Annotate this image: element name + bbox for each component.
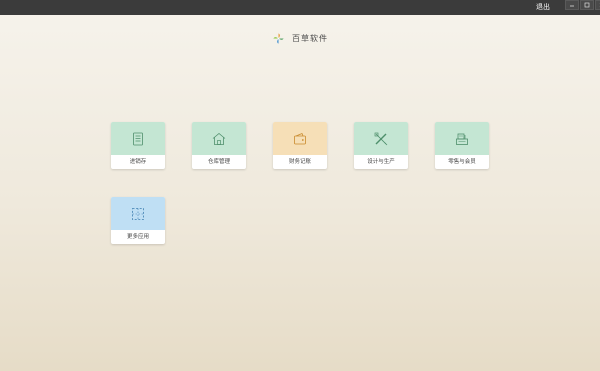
warehouse-icon xyxy=(212,132,226,145)
tile-label: 设计与生产 xyxy=(367,159,395,165)
wallet-icon xyxy=(294,132,306,144)
title-bar: 退出 xyxy=(0,0,600,15)
more-apps-icon xyxy=(132,207,144,220)
brand: 百草软件 xyxy=(272,31,328,45)
tile-label: 更多应用 xyxy=(126,234,149,240)
maximize-button[interactable] xyxy=(580,0,594,10)
tile-design-production[interactable]: 设计与生产 xyxy=(354,122,408,169)
tile-inventory[interactable]: 进销存 xyxy=(111,122,165,169)
minimize-button[interactable] xyxy=(565,0,579,10)
cash-register-icon xyxy=(456,133,468,145)
tile-label: 仓库管理 xyxy=(207,159,230,165)
maximize-icon xyxy=(584,2,590,8)
tile-warehouse[interactable]: 仓库管理 xyxy=(192,122,246,169)
brand-name: 百草软件 xyxy=(292,33,328,43)
pinwheel-logo-icon xyxy=(273,32,284,44)
window-controls xyxy=(564,0,600,10)
tile-more-apps[interactable]: 更多应用 xyxy=(111,197,165,244)
minimize-icon xyxy=(570,5,574,7)
logout-button[interactable]: 退出 xyxy=(536,2,550,13)
tile-finance[interactable]: 财务记账 xyxy=(273,122,327,169)
tile-retail-members[interactable]: 零售与会员 xyxy=(435,122,489,169)
design-tools-icon xyxy=(374,132,388,145)
tile-label: 财务记账 xyxy=(288,159,311,165)
tile-label: 进销存 xyxy=(129,159,147,165)
close-button[interactable] xyxy=(595,0,600,10)
document-icon xyxy=(133,132,143,145)
tile-label: 零售与会员 xyxy=(448,159,476,165)
